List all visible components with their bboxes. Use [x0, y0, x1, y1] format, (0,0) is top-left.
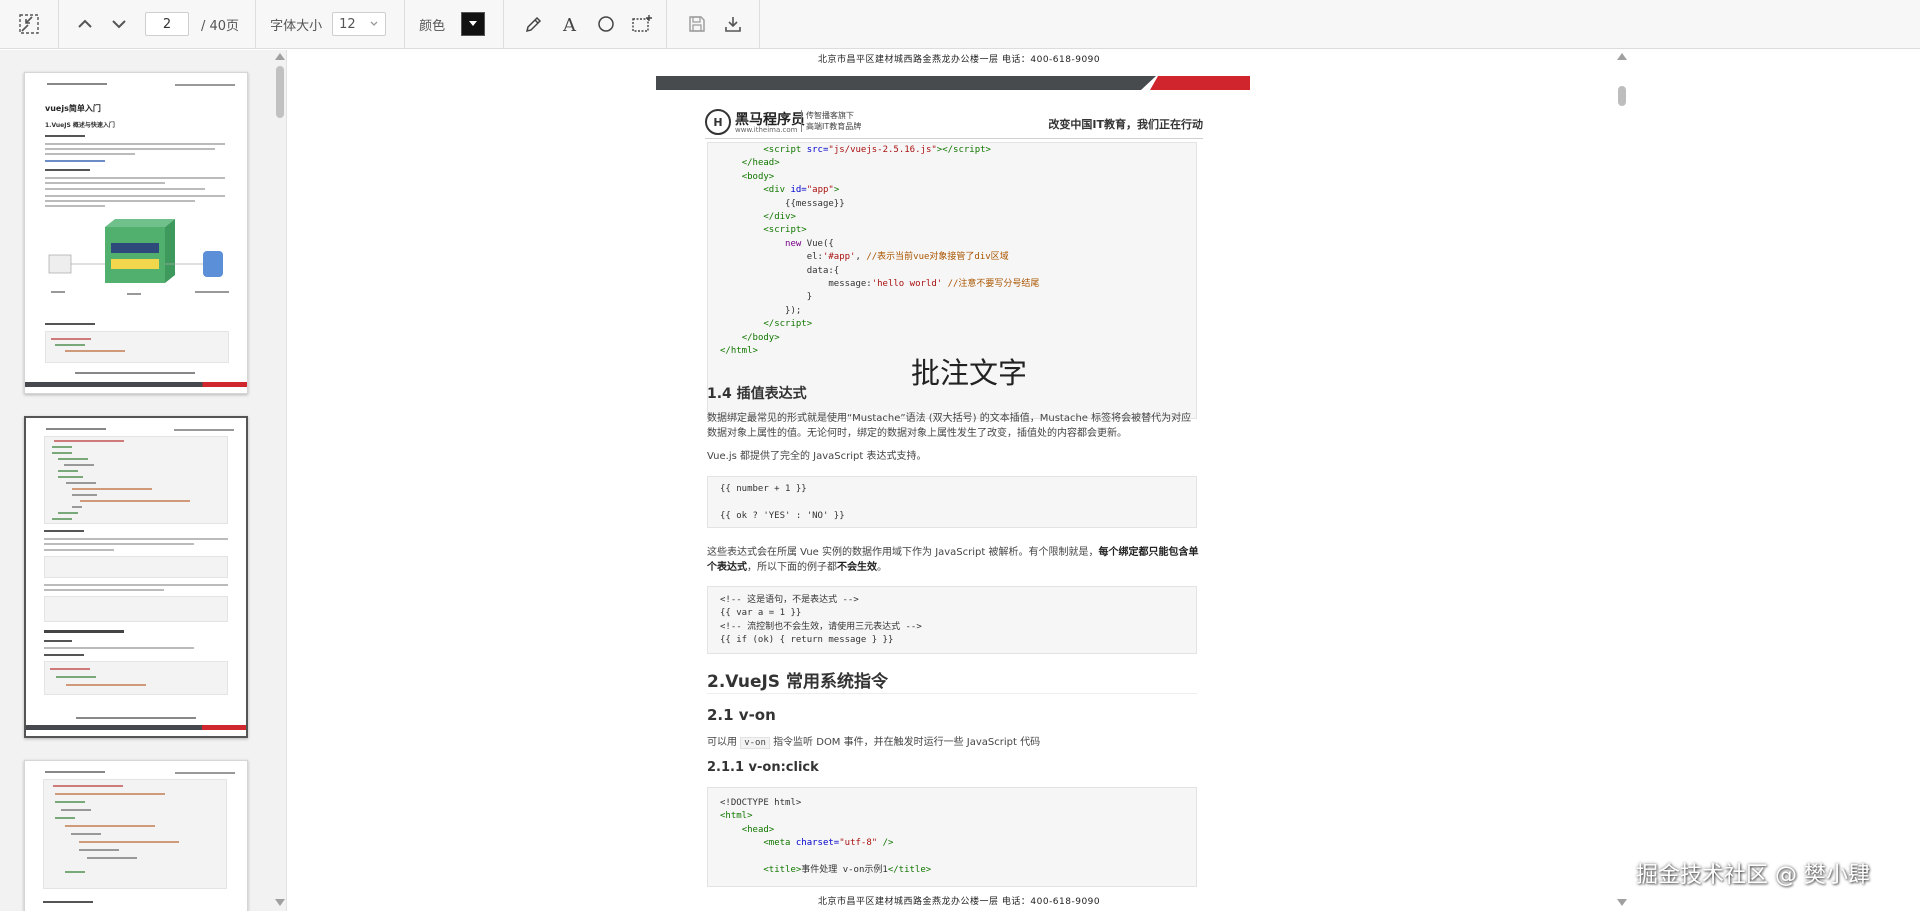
circle-tool-icon[interactable] [592, 10, 620, 38]
font-size-select[interactable]: 12 [332, 12, 387, 36]
code-block-v-on-click: <!DOCTYPE html> <html> <head> <meta chars… [707, 787, 1197, 887]
page-thumbnail-1[interactable]: vuejs简单入门 1.VueJS 概述与快速入门 [24, 72, 248, 394]
save-icon[interactable] [683, 10, 711, 38]
rectangle-tool-icon[interactable] [628, 10, 656, 38]
page-header-address: 北京市昌平区建材城西路金燕龙办公楼一层 电话：400-618-9090 [818, 55, 1101, 65]
chevron-down-icon [469, 21, 478, 26]
header-band [656, 76, 1250, 90]
annotation-text[interactable]: 批注文字 [911, 350, 1027, 392]
text-tool-icon[interactable]: A [556, 10, 584, 38]
page-number-input[interactable] [145, 12, 189, 36]
document-scroll-thumb[interactable] [1618, 86, 1626, 106]
section-heading-2: 2.VueJS 常用系统指令 [707, 672, 888, 692]
pencil-icon[interactable] [520, 10, 548, 38]
paragraph-v-on: 可以用 v-on 指令监听 DOM 事件，并在触发时运行一些 JavaScrip… [707, 737, 1041, 749]
color-picker-button[interactable] [461, 12, 486, 36]
code-block-invalid-examples: <!-- 这是语句，不是表达式 -->{{ var a = 1 }} <!-- 流… [707, 586, 1197, 654]
brand-slogan: 改变中国IT教育，我们正在行动 [1048, 118, 1203, 131]
svg-text:A: A [562, 15, 577, 34]
brand-header: H 黑马程序员 www.itheima.com 传智播客旗下 高端IT教育品牌 … [705, 107, 1203, 137]
toolbar: / 40页 字体大小 12 颜色 A [0, 0, 1920, 49]
font-size-label: 字体大小 [270, 18, 323, 34]
code-block-expressions: {{ number + 1 }} {{ ok ? 'YES' : 'NO' }} [707, 476, 1197, 528]
section-heading-1-4: 1.4 插值表达式 [707, 386, 807, 402]
brand-tagline: 传智播客旗下 高端IT教育品牌 [806, 111, 862, 131]
download-icon[interactable] [719, 10, 747, 38]
next-page-button[interactable] [105, 10, 133, 38]
toolbar-separator [759, 0, 761, 49]
brand-logo-icon: H [705, 109, 731, 135]
section-heading-2-1-1: 2.1.1 v-on:click [707, 760, 819, 775]
paragraph-interpolation: 数据绑定最常见的形式就是使用“Mustache”语法 (双大括号) 的文本插值，… [707, 413, 1192, 439]
chevron-down-icon [370, 21, 378, 26]
scroll-down-arrow-icon[interactable] [1617, 899, 1627, 906]
thumbnail-subtitle: 1.VueJS 概述与快速入门 [45, 122, 115, 129]
paragraph-expression-limit: 这些表达式会在所属 Vue 实例的数据作用域下作为 JavaScript 被解析… [707, 547, 1199, 573]
font-size-value: 12 [339, 16, 356, 32]
page-footer-address: 北京市昌平区建材城西路金燕龙办公楼一层 电话：400-618-9090 [818, 897, 1101, 907]
scroll-up-arrow-icon[interactable] [1617, 53, 1627, 60]
paragraph-js-expression: Vue.js 都提供了完全的 JavaScript 表达式支持。 [707, 451, 927, 462]
scroll-down-arrow-icon[interactable] [275, 899, 285, 906]
page-thumbnail-sidebar: vuejs简单入门 1.VueJS 概述与快速入门 [0, 50, 287, 911]
sidebar-scrollbar[interactable] [273, 50, 287, 911]
total-pages-label: / 40页 [201, 18, 240, 34]
page-thumbnail-3[interactable] [24, 760, 248, 911]
brand-site: www.itheima.com [735, 126, 798, 134]
mvvm-diagram [48, 219, 229, 295]
document-scrollbar[interactable] [1612, 50, 1632, 911]
watermark-text: 掘金技术社区 @ 樊小肆 [1636, 863, 1870, 888]
previous-page-button[interactable] [71, 10, 99, 38]
sidebar-scroll-thumb[interactable] [276, 66, 284, 118]
document-viewer: 北京市昌平区建材城西路金燕龙办公楼一层 电话：400-618-9090 H 黑马… [288, 50, 1632, 911]
scroll-up-arrow-icon[interactable] [275, 53, 285, 60]
page-thumbnail-2[interactable] [24, 416, 248, 738]
section-heading-2-1: 2.1 v-on [707, 706, 776, 724]
thumbnail-title: vuejs简单入门 [45, 104, 101, 113]
toggle-sidebar-icon[interactable] [15, 10, 43, 38]
color-label: 颜色 [419, 18, 446, 34]
